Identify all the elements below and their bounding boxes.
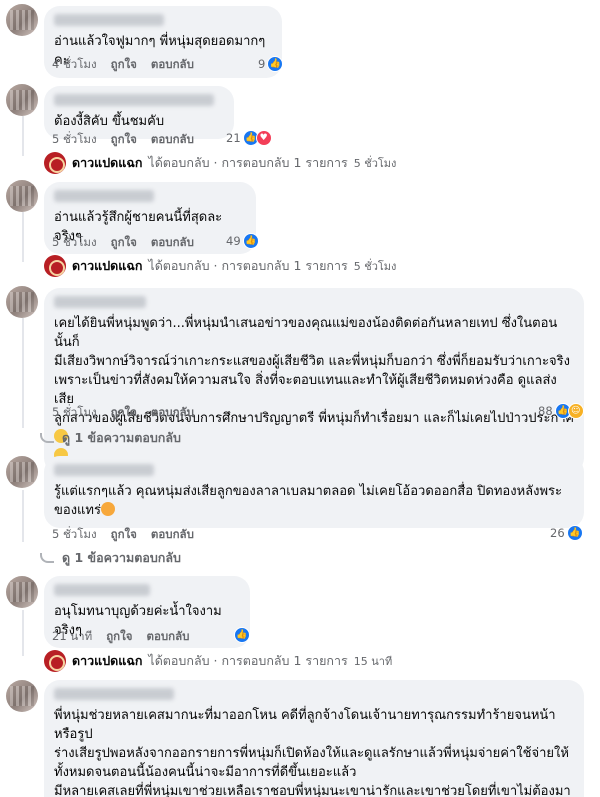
comment-actions: 21 นาที ถูกใจ ตอบกลับ (52, 628, 189, 646)
page-name[interactable]: ดาวแปดแฉก (72, 153, 142, 173)
reply-arrow-icon (40, 433, 54, 443)
thread-line (22, 610, 24, 656)
like-reaction-icon: 👍 (267, 56, 284, 72)
comment-actions: 5 ชั่วโมง ถูกใจ ตอบกลับ (52, 404, 194, 422)
commenter-name[interactable] (54, 584, 150, 596)
commenter-name[interactable] (54, 464, 154, 476)
thread-line (22, 490, 24, 542)
avatar[interactable] (6, 680, 38, 712)
reaction-count: 49 (226, 234, 241, 248)
reaction-summary[interactable]: 21 👍 ♥ (226, 130, 272, 146)
comment-time[interactable]: 21 นาที (52, 628, 92, 646)
comment-actions: 5 ชั่วโมง ถูกใจ ตอบกลับ (52, 131, 194, 149)
reply-button[interactable]: ตอบกลับ (146, 628, 189, 646)
commenter-name[interactable] (54, 14, 164, 26)
comment-bubble: พี่หนุ่มช่วยหลายเคสมากนะที่มาออกโหน คดีท… (44, 680, 584, 797)
page-reply-summary[interactable]: ดาวแปดแฉก ได้ตอบกลับ · การตอบกลับ 1 รายก… (44, 152, 396, 174)
page-logo (44, 650, 66, 672)
avatar[interactable] (6, 180, 38, 212)
page-reply-label: ได้ตอบกลับ · การตอบกลับ 1 รายการ (148, 258, 348, 273)
like-button[interactable]: ถูกใจ (106, 628, 132, 646)
avatar[interactable] (6, 576, 38, 608)
page-name[interactable]: ดาวแปดแฉก (72, 651, 142, 671)
like-button[interactable]: ถูกใจ (111, 526, 137, 544)
reply-button[interactable]: ตอบกลับ (151, 234, 194, 252)
page-logo (44, 152, 66, 174)
avatar[interactable] (6, 286, 38, 318)
reaction-count: 9 (258, 57, 266, 71)
comment-actions: 5 ชั่วโมง ถูกใจ ตอบกลับ (52, 526, 194, 544)
reply-arrow-icon (40, 553, 54, 563)
thread-line (22, 318, 24, 428)
like-button[interactable]: ถูกใจ (111, 404, 137, 422)
reply-button[interactable]: ตอบกลับ (151, 56, 194, 74)
reaction-summary[interactable]: 9 👍 (258, 56, 284, 72)
like-button[interactable]: ถูกใจ (111, 56, 137, 74)
reaction-count: 21 (226, 131, 241, 145)
comment-time[interactable]: 5 ชั่วโมง (52, 404, 97, 422)
reaction-count: 26 (550, 526, 565, 540)
commenter-name[interactable] (54, 94, 214, 106)
comment-bubble: รู้แต่แรกๆแล้ว คุณหนุ่มส่งเสียลูกของลาลา… (44, 456, 584, 528)
reaction-summary[interactable]: 49 👍 (226, 233, 259, 249)
reaction-summary[interactable]: 88 👍 ☺ (538, 403, 584, 419)
view-replies-label: ดู 1 ข้อความตอบกลับ (62, 430, 181, 445)
like-reaction-icon: 👍 (242, 233, 259, 249)
page-reply-label: ได้ตอบกลับ · การตอบกลับ 1 รายการ (148, 155, 348, 170)
love-reaction-icon: ♥ (255, 130, 272, 146)
commenter-name[interactable] (54, 296, 146, 308)
comment-time[interactable]: 5 ชั่วโมง (52, 234, 97, 252)
page-reply-time: 5 ชั่วโมง (353, 157, 397, 170)
view-replies-link[interactable]: ดู 1 ข้อความตอบกลับ (40, 428, 181, 448)
like-reaction-icon: 👍 (234, 627, 250, 643)
like-button[interactable]: ถูกใจ (111, 131, 137, 149)
comment-text: พี่หนุ่มช่วยหลายเคสมากนะที่มาออกโหน คดีท… (54, 708, 571, 797)
avatar[interactable] (6, 4, 38, 36)
like-reaction-icon: 👍 (566, 525, 583, 541)
page-reply-summary[interactable]: ดาวแปดแฉก ได้ตอบกลับ · การตอบกลับ 1 รายก… (44, 255, 396, 277)
reaction-summary[interactable]: 26 👍 (550, 525, 583, 541)
page-reply-label: ได้ตอบกลับ · การตอบกลับ 1 รายการ (148, 653, 348, 668)
reaction-count: 88 (538, 404, 553, 418)
thread-line (22, 212, 24, 262)
comment-time[interactable]: 5 ชั่วโมง (52, 131, 97, 149)
avatar[interactable] (6, 84, 38, 116)
commenter-name[interactable] (54, 190, 154, 202)
comment-text: ต้องงี้สิคับ ขึ้นชมคับ (54, 114, 165, 129)
avatar[interactable] (6, 456, 38, 488)
page-name[interactable]: ดาวแปดแฉก (72, 256, 142, 276)
commenter-name[interactable] (54, 688, 174, 700)
page-reply-summary[interactable]: ดาวแปดแฉก ได้ตอบกลับ · การตอบกลับ 1 รายก… (44, 650, 392, 672)
reply-button[interactable]: ตอบกลับ (151, 404, 194, 422)
comment-actions: 5 ชั่วโมง ถูกใจ ตอบกลับ (52, 234, 194, 252)
view-replies-link[interactable]: ดู 1 ข้อความตอบกลับ (40, 548, 181, 568)
smiling-hearts-emoji-icon (100, 502, 115, 516)
view-replies-label: ดู 1 ข้อความตอบกลับ (62, 550, 181, 565)
like-button[interactable]: ถูกใจ (111, 234, 137, 252)
comment-actions: 4 ชั่วโมง ถูกใจ ตอบกลับ (52, 56, 194, 74)
comment-time[interactable]: 4 ชั่วโมง (52, 56, 97, 74)
reply-button[interactable]: ตอบกลับ (151, 131, 194, 149)
comment-text: รู้แต่แรกๆแล้ว คุณหนุ่มส่งเสียลูกของลาลา… (54, 484, 562, 518)
comment-time[interactable]: 5 ชั่วโมง (52, 526, 97, 544)
reply-button[interactable]: ตอบกลับ (151, 526, 194, 544)
page-reply-time: 15 นาที (353, 655, 393, 668)
reaction-summary[interactable]: 👍 (232, 627, 250, 643)
thread-line (22, 116, 24, 156)
page-reply-time: 5 ชั่วโมง (353, 260, 397, 273)
page-logo (44, 255, 66, 277)
care-reaction-icon: ☺ (567, 403, 584, 419)
